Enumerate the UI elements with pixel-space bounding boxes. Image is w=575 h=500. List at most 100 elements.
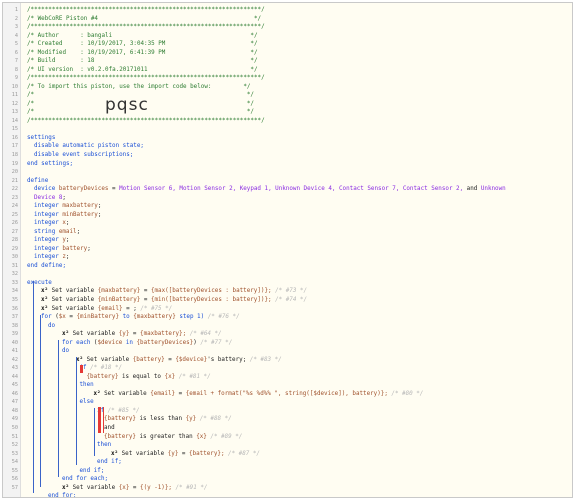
piston-title-comment: /* WebCoRE Piston #4 */ [27, 15, 262, 22]
code-line[interactable]: 19 end settings; [3, 160, 572, 169]
code-line[interactable]: 54 end if; [3, 458, 572, 467]
code-line[interactable]: 21 define [3, 177, 572, 186]
for-each-keyword: for each [62, 339, 94, 346]
end-for-keyword: end for; [48, 493, 77, 498]
code-line[interactable]: 39 x² Set variable {y} = {maxbattery}; /*… [3, 330, 572, 339]
code-line[interactable]: 1 /**************************************… [3, 6, 572, 15]
code-content: /***************************************… [27, 74, 265, 83]
comment-border: /***************************************… [27, 24, 265, 31]
op: = [65, 314, 77, 321]
code-line[interactable]: 26 integer x; [3, 219, 572, 228]
code-line[interactable]: 40 for each ($device in {batteryDevices})… [3, 339, 572, 348]
code-line[interactable]: 7 /* Build : 18 */ [3, 57, 572, 66]
variable: {email} [97, 305, 123, 312]
line-number: 36 [11, 305, 18, 312]
code-content: /* To import this piston, use the import… [27, 83, 250, 92]
code-line[interactable]: 3 /**************************************… [3, 23, 572, 32]
code-line[interactable]: 2 /* WebCoRE Piston #4 */ [3, 15, 572, 24]
code-line[interactable]: end for; [3, 492, 572, 498]
code-line[interactable]: 28 integer y; [3, 236, 572, 245]
code-line[interactable]: 22 device batteryDevices = Motion Sensor … [3, 185, 572, 194]
op: Set variable [100, 390, 151, 397]
code-line[interactable]: 38 do [3, 322, 572, 331]
code-line[interactable]: 32 [3, 270, 572, 279]
op: and [463, 186, 481, 193]
statement-id: /* #87 */ [228, 450, 260, 457]
line-number: 1 [14, 7, 18, 13]
code-line[interactable]: 15 [3, 125, 572, 134]
code-line[interactable]: 12/* */ [3, 100, 572, 109]
code-content: do [48, 322, 55, 331]
code-line[interactable]: 47 else [3, 398, 572, 407]
code-line[interactable]: 34 x² Set variable {maxbattery} = {max([b… [3, 287, 572, 296]
code-line[interactable]: 50 and [3, 424, 572, 433]
code-line[interactable]: 42 x² Set variable {battery} = {$device}'… [3, 356, 572, 365]
line-number: 26 [11, 220, 18, 227]
code-line[interactable]: 20 [3, 168, 572, 177]
loop-variable: $device [97, 339, 123, 346]
import-code[interactable]: pqsc [105, 95, 149, 115]
code-line[interactable]: 44 {battery} is equal to {x} /* #81 */ [3, 373, 572, 382]
created-comment: /* Created : 10/19/2017, 3:04:35 PM */ [27, 41, 258, 48]
code-line[interactable]: 36 x² Set variable {email} = ; /* #75 */ [3, 305, 572, 314]
code-line[interactable]: 29 integer battery; [3, 245, 572, 254]
code-line[interactable]: 53 x² Set variable {y} = {battery}; /* #8… [3, 450, 572, 459]
code-line[interactable]: 55 end if; [3, 467, 572, 476]
code-line[interactable]: 45 then [3, 381, 572, 390]
code-line[interactable]: 56 end for each; [3, 475, 572, 484]
code-line[interactable]: 48if /* #85 */ [3, 407, 572, 416]
code-line[interactable]: 33 execute [3, 279, 572, 288]
op: Set variable [69, 331, 119, 338]
line-number: 46 [11, 390, 18, 397]
code-line[interactable]: 23 Device 8; [3, 194, 572, 203]
code-line[interactable]: 31 end define; [3, 262, 572, 271]
line-number: 42 [11, 356, 18, 363]
code-line[interactable]: 51 {battery} is greater than {x} /* #89 *… [3, 433, 572, 442]
code-line[interactable]: 14 /*************************************… [3, 117, 572, 126]
code-line[interactable]: 52 then [3, 441, 572, 450]
line-number: 29 [11, 245, 18, 252]
code-content: disable automatic piston state; [34, 142, 144, 151]
op: = [140, 288, 151, 295]
code-line[interactable]: 6 /* Modified : 10/19/2017, 6:41:39 PM */ [3, 49, 572, 58]
statement-id: /* #80 */ [391, 390, 424, 397]
code-line[interactable]: 9 /**************************************… [3, 74, 572, 83]
code-line[interactable]: 46 x² Set variable {email} = {email + for… [3, 390, 572, 399]
end-define-keyword: end define; [27, 262, 67, 269]
line-number: 52 [11, 442, 18, 449]
op: Set variable [69, 484, 119, 491]
code-line[interactable]: 10 /* To import this piston, use the impo… [3, 83, 572, 92]
code-content: end if; [80, 467, 105, 476]
code-line[interactable]: 17 disable automatic piston state; [3, 142, 572, 151]
code-line[interactable]: 13/* */ [3, 108, 572, 117]
variable: {y} [167, 450, 179, 457]
variable: {x} [118, 484, 130, 491]
code-line[interactable]: 35 x² Set variable {minBattery} = {min([b… [3, 296, 572, 305]
code-line[interactable]: 30 integer z; [3, 253, 572, 262]
code-line[interactable]: 25 integer minBattery; [3, 211, 572, 220]
op: = [140, 297, 151, 304]
code-line[interactable]: 5 /* Created : 10/19/2017, 3:04:35 PM */ [3, 40, 572, 49]
code-line[interactable]: 8 /* UI version : v0.2.0fa.20171011 */ [3, 66, 572, 75]
line-number: 12 [11, 100, 18, 107]
then-keyword: then [97, 442, 112, 449]
code-content: /* Modified : 10/19/2017, 6:41:39 PM */ [27, 49, 258, 58]
code-line[interactable]: 4 /* Author : bangali */ [3, 32, 572, 41]
op: = ; [122, 305, 137, 312]
condition-operand: {y} [185, 416, 197, 423]
code-line[interactable]: 41 do [3, 347, 572, 356]
code-line[interactable]: 18 disable event subscriptions; [3, 151, 572, 160]
code-content: and [104, 424, 115, 433]
code-line[interactable]: 43 if /* #18 */ [3, 364, 572, 373]
var-name: y [62, 237, 66, 244]
line-number: 6 [14, 49, 18, 56]
code-line[interactable]: 49 {battery} is less than {y} /* #88 */ [3, 415, 572, 424]
op: = [164, 356, 176, 363]
code-line[interactable]: 11/* */ [3, 91, 572, 100]
code-line[interactable]: 37 for ($x = {minBattery} to {maxbattery}… [3, 313, 572, 322]
code-line[interactable]: 57 x² Set variable {x} = {(y -1)}; /* #91… [3, 484, 572, 493]
code-line[interactable]: 16 settings [3, 134, 572, 143]
statement-id: /* #88 */ [199, 416, 232, 423]
code-line[interactable]: 24 integer maxbattery; [3, 202, 572, 211]
code-line[interactable]: 27 string email; [3, 228, 572, 237]
